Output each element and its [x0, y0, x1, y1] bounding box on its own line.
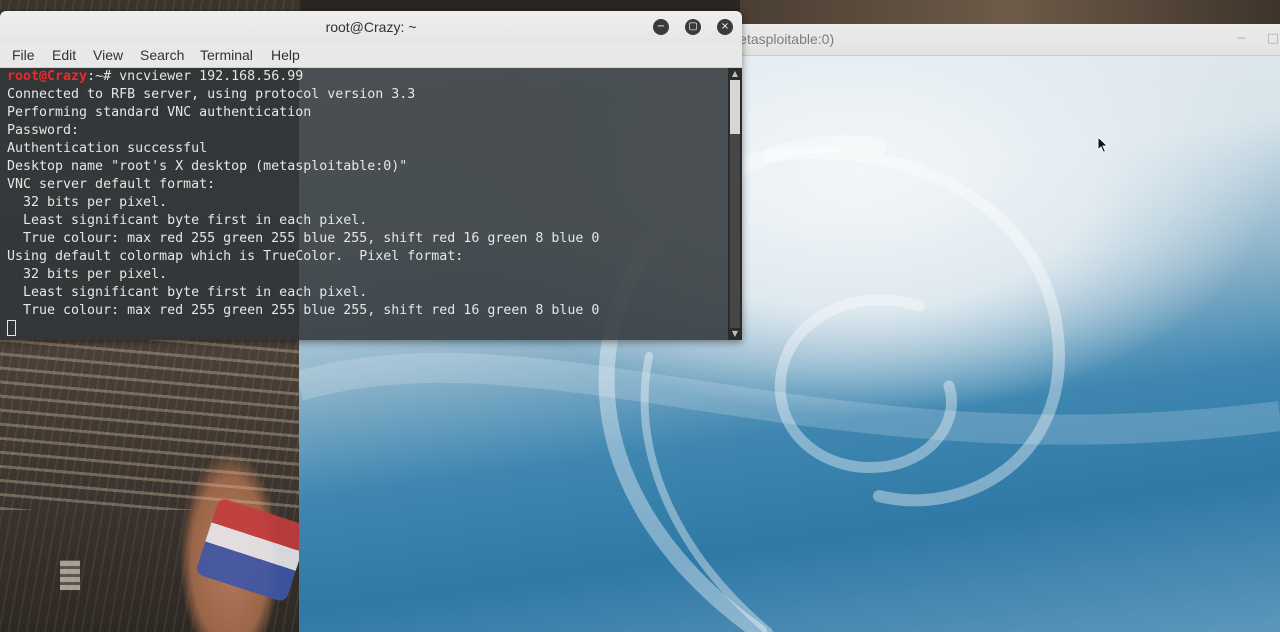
terminal-text: root@Crazy:~# vncviewer 192.168.56.99 Co…	[7, 68, 599, 339]
wallpaper-feathers	[0, 340, 300, 510]
output-line: VNC server default format:	[7, 177, 216, 192]
menu-search[interactable]: Search	[140, 43, 184, 67]
minimize-button[interactable]: −	[653, 19, 669, 35]
terminal-cursor	[7, 320, 16, 336]
output-line: Desktop name "root's X desktop (metasplo…	[7, 159, 408, 174]
wallpaper-beads	[60, 560, 80, 590]
scroll-up-arrow-icon[interactable]: ▲	[728, 68, 742, 80]
prompt-path: :~#	[87, 69, 120, 84]
output-line: Password:	[7, 123, 80, 138]
output-line: True colour: max red 255 green 255 blue …	[7, 231, 600, 246]
output-line: 32 bits per pixel.	[7, 195, 168, 210]
output-line: Least significant byte first in each pix…	[7, 213, 368, 228]
wallpaper-face-paint	[194, 497, 311, 603]
output-line: True colour: max red 255 green 255 blue …	[7, 303, 600, 318]
menu-help[interactable]: Help	[271, 43, 300, 67]
mouse-pointer-icon	[1097, 136, 1109, 154]
output-line: Least significant byte first in each pix…	[7, 285, 368, 300]
terminal-window[interactable]: root@Crazy: ~ − ▢ × File Edit View Searc…	[0, 11, 742, 340]
command-line: root@Crazy:~# vncviewer 192.168.56.99	[7, 69, 303, 84]
menu-file[interactable]: File	[12, 43, 35, 67]
terminal-titlebar[interactable]: root@Crazy: ~ − ▢ ×	[0, 11, 742, 43]
terminal-scrollbar[interactable]: ▲ ▼	[728, 68, 742, 340]
vnc-minimize-button[interactable]: −	[1233, 31, 1249, 47]
output-line: 32 bits per pixel.	[7, 267, 168, 282]
menu-terminal[interactable]: Terminal	[200, 43, 253, 67]
terminal-title: root@Crazy: ~	[325, 19, 417, 35]
terminal-menubar: File Edit View Search Terminal Help	[0, 43, 742, 68]
output-line: Using default colormap which is TrueColo…	[7, 249, 464, 264]
maximize-button[interactable]: ▢	[685, 19, 701, 35]
scroll-thumb[interactable]	[730, 80, 740, 134]
desktop-wallpaper-top	[740, 0, 1280, 24]
terminal-output-area[interactable]: root@Crazy:~# vncviewer 192.168.56.99 Co…	[0, 68, 728, 340]
scroll-down-arrow-icon[interactable]: ▼	[728, 328, 742, 340]
output-line: Authentication successful	[7, 141, 208, 156]
vnc-maximize-button[interactable]: □	[1265, 31, 1280, 47]
output-line: Performing standard VNC authentication	[7, 105, 312, 120]
output-line: Connected to RFB server, using protocol …	[7, 87, 416, 102]
menu-edit[interactable]: Edit	[52, 43, 76, 67]
command-text: vncviewer 192.168.56.99	[119, 69, 304, 84]
prompt-user: root@Crazy	[7, 69, 88, 84]
menu-view[interactable]: View	[93, 43, 123, 67]
close-button[interactable]: ×	[717, 19, 733, 35]
